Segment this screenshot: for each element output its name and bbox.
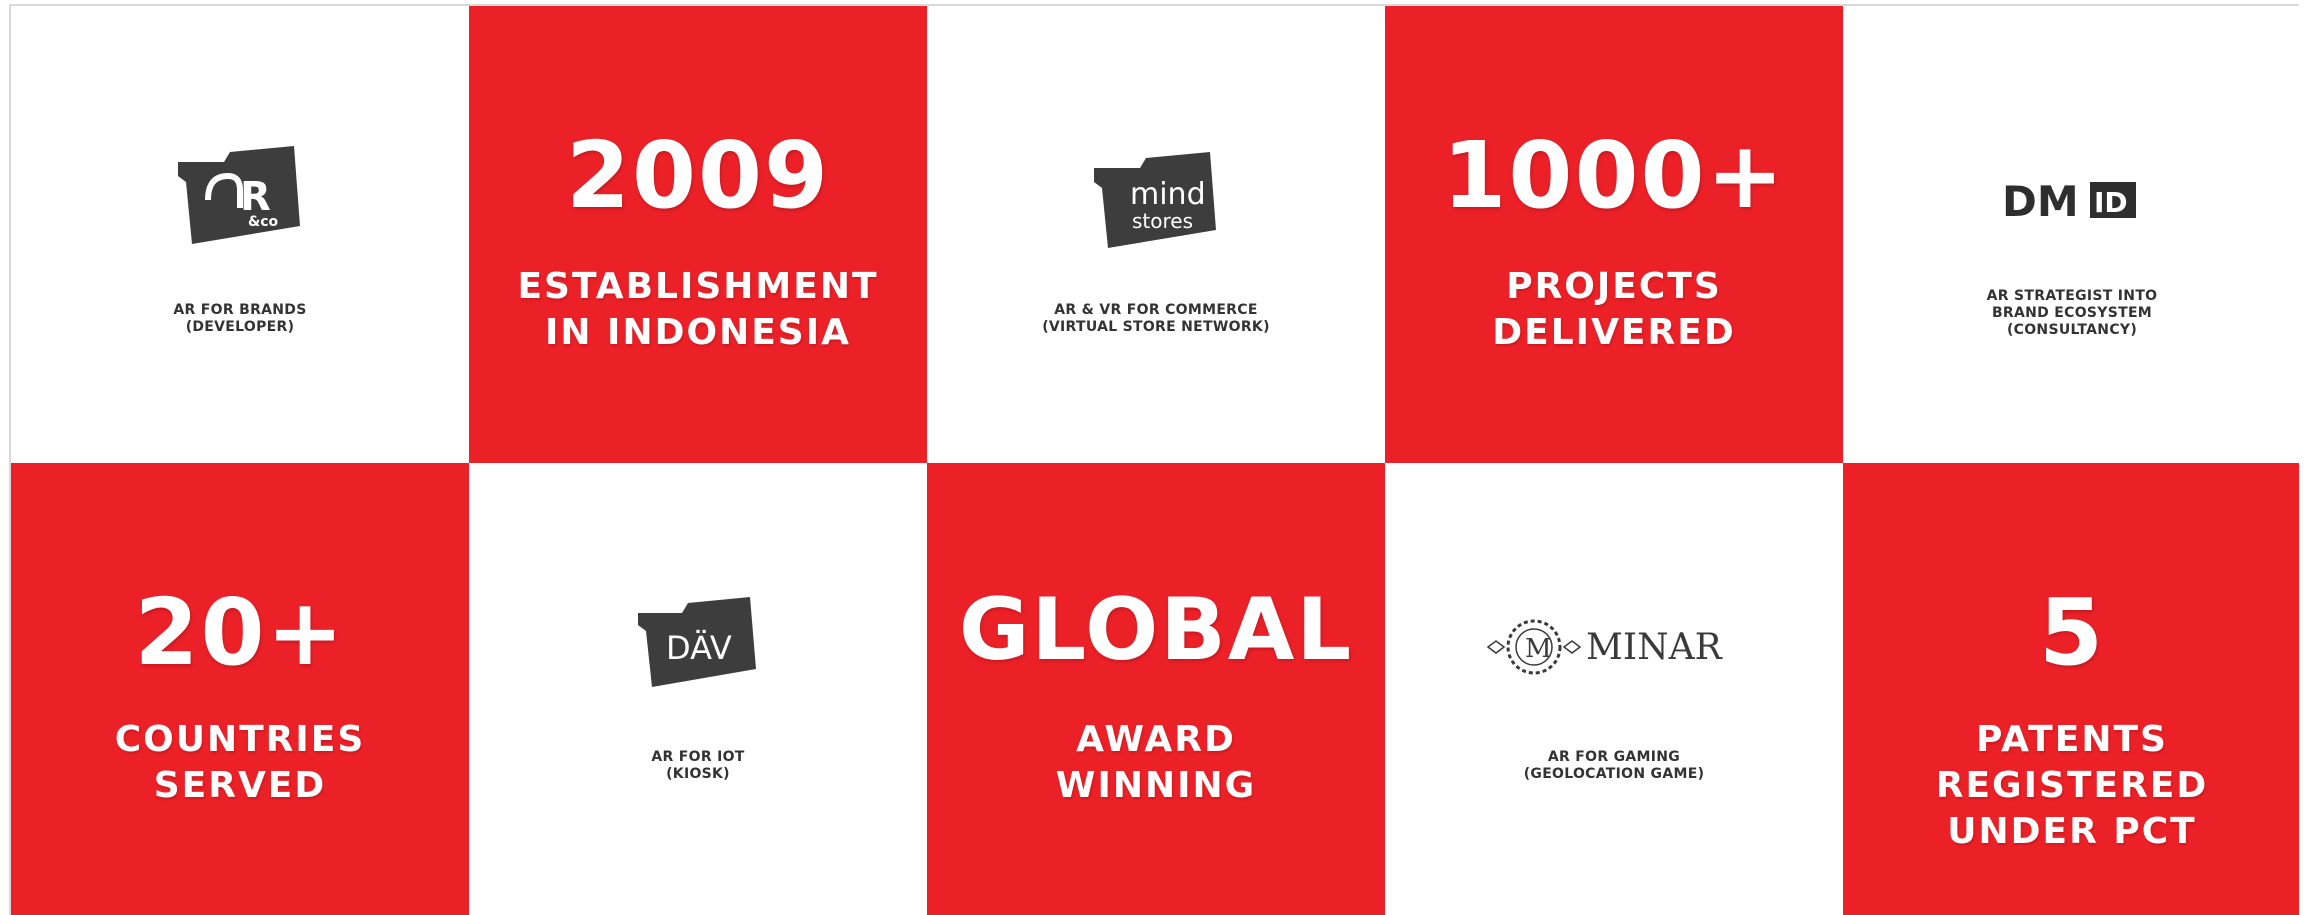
dmid-label: AR STRATEGIST INTO BRAND ECOSYSTEM (CONS… (1843, 288, 2299, 339)
dmid-tile: DM ID AR STRATEGIST INTO BRAND ECOSYSTEM… (1843, 6, 2299, 463)
minar-label-line: AR FOR GAMING (1547, 749, 1681, 765)
ar-co-label-line: (DEVELOPER) (185, 319, 295, 335)
mind-stores-tile: mind stores AR & VR FOR COMMERCE (VIRTUA… (927, 6, 1385, 463)
countries-tile: 20+ COUNTRIES SERVED (11, 463, 469, 915)
projects-count: 1000+ (1442, 122, 1786, 229)
dmid-label-line: (CONSULTANCY) (2006, 322, 2138, 338)
patents-caption-line: PATENTS (1976, 719, 2168, 760)
dav-label-line: AR FOR IOT (651, 749, 745, 765)
minar-logo: M MINAR (1385, 613, 1843, 681)
countries-caption: COUNTRIES SERVED (11, 717, 469, 809)
dav-label-line: (KIOSK) (666, 766, 730, 782)
dav-logo-icon: DÄV (638, 597, 756, 687)
global-caption-line: WINNING (1055, 765, 1257, 806)
patents-caption-line: UNDER PCT (1947, 811, 2197, 852)
dav-logo: DÄV (469, 597, 927, 687)
projects-caption-line: PROJECTS (1506, 266, 1722, 307)
countries-count: 20+ (134, 579, 346, 686)
dav-tile: DÄV AR FOR IOT (KIOSK) (469, 463, 927, 915)
svg-text:ID: ID (2094, 186, 2128, 219)
global-caption-line: AWARD (1076, 719, 1236, 760)
dav-label: AR FOR IOT (KIOSK) (469, 749, 927, 783)
svg-text:M: M (1525, 634, 1552, 664)
svg-text:stores: stores (1132, 209, 1193, 233)
ar-co-label: AR FOR BRANDS (DEVELOPER) (11, 302, 469, 336)
dmid-label-line: BRAND ECOSYSTEM (1991, 305, 2153, 321)
projects-caption-line: DELIVERED (1492, 312, 1736, 353)
dmid-logo-icon: DM ID (2002, 178, 2136, 222)
ar-co-tile: R &co AR FOR BRANDS (DEVELOPER) (11, 6, 469, 463)
dmid-logo: DM ID (1843, 178, 2299, 222)
patents-caption-line: REGISTERED (1935, 765, 2209, 806)
patents-tile: 5 PATENTS REGISTERED UNDER PCT (1843, 463, 2299, 915)
mind-stores-logo-icon: mind stores (1094, 152, 1216, 248)
global-title: GLOBAL (958, 580, 1354, 680)
stats-grid: R &co AR FOR BRANDS (DEVELOPER) 2009 EST… (11, 6, 2299, 915)
mind-stores-logo: mind stores (927, 152, 1385, 248)
minar-tile: M MINAR AR FOR GAMING (GEOLOCATION GAME) (1385, 463, 1843, 915)
minar-label: AR FOR GAMING (GEOLOCATION GAME) (1385, 749, 1843, 783)
mind-stores-label: AR & VR FOR COMMERCE (VIRTUAL STORE NETW… (927, 302, 1385, 336)
countries-caption-line: COUNTRIES (114, 719, 366, 760)
projects-tile: 1000+ PROJECTS DELIVERED (1385, 6, 1843, 463)
mind-stores-label-line: (VIRTUAL STORE NETWORK) (1042, 319, 1270, 335)
patents-caption: PATENTS REGISTERED UNDER PCT (1843, 717, 2299, 855)
countries-caption-line: SERVED (153, 765, 327, 806)
svg-text:&co: &co (248, 214, 279, 230)
svg-text:MINAR: MINAR (1586, 627, 1723, 668)
svg-text:DM: DM (2002, 178, 2079, 222)
ar-co-logo-icon: R &co (178, 146, 300, 244)
svg-text:DÄV: DÄV (666, 629, 732, 667)
establishment-caption: ESTABLISHMENT IN INDONESIA (469, 264, 927, 356)
stats-grid-frame: R &co AR FOR BRANDS (DEVELOPER) 2009 EST… (9, 4, 2299, 915)
establishment-tile: 2009 ESTABLISHMENT IN INDONESIA (469, 6, 927, 463)
dmid-label-line: AR STRATEGIST INTO (1986, 288, 2158, 304)
patents-count: 5 (2038, 579, 2105, 686)
mind-stores-label-line: AR & VR FOR COMMERCE (1054, 302, 1258, 318)
establishment-year: 2009 (565, 122, 831, 229)
establishment-caption-line: IN INDONESIA (545, 312, 851, 353)
global-caption: AWARD WINNING (927, 717, 1385, 809)
svg-text:mind: mind (1130, 177, 1206, 212)
establishment-caption-line: ESTABLISHMENT (517, 266, 879, 307)
projects-caption: PROJECTS DELIVERED (1385, 264, 1843, 356)
minar-logo-icon: M MINAR (1486, 619, 1723, 675)
ar-co-logo: R &co (11, 146, 469, 244)
minar-label-line: (GEOLOCATION GAME) (1523, 766, 1705, 782)
ar-co-label-line: AR FOR BRANDS (173, 302, 307, 318)
global-tile: GLOBAL AWARD WINNING (927, 463, 1385, 915)
